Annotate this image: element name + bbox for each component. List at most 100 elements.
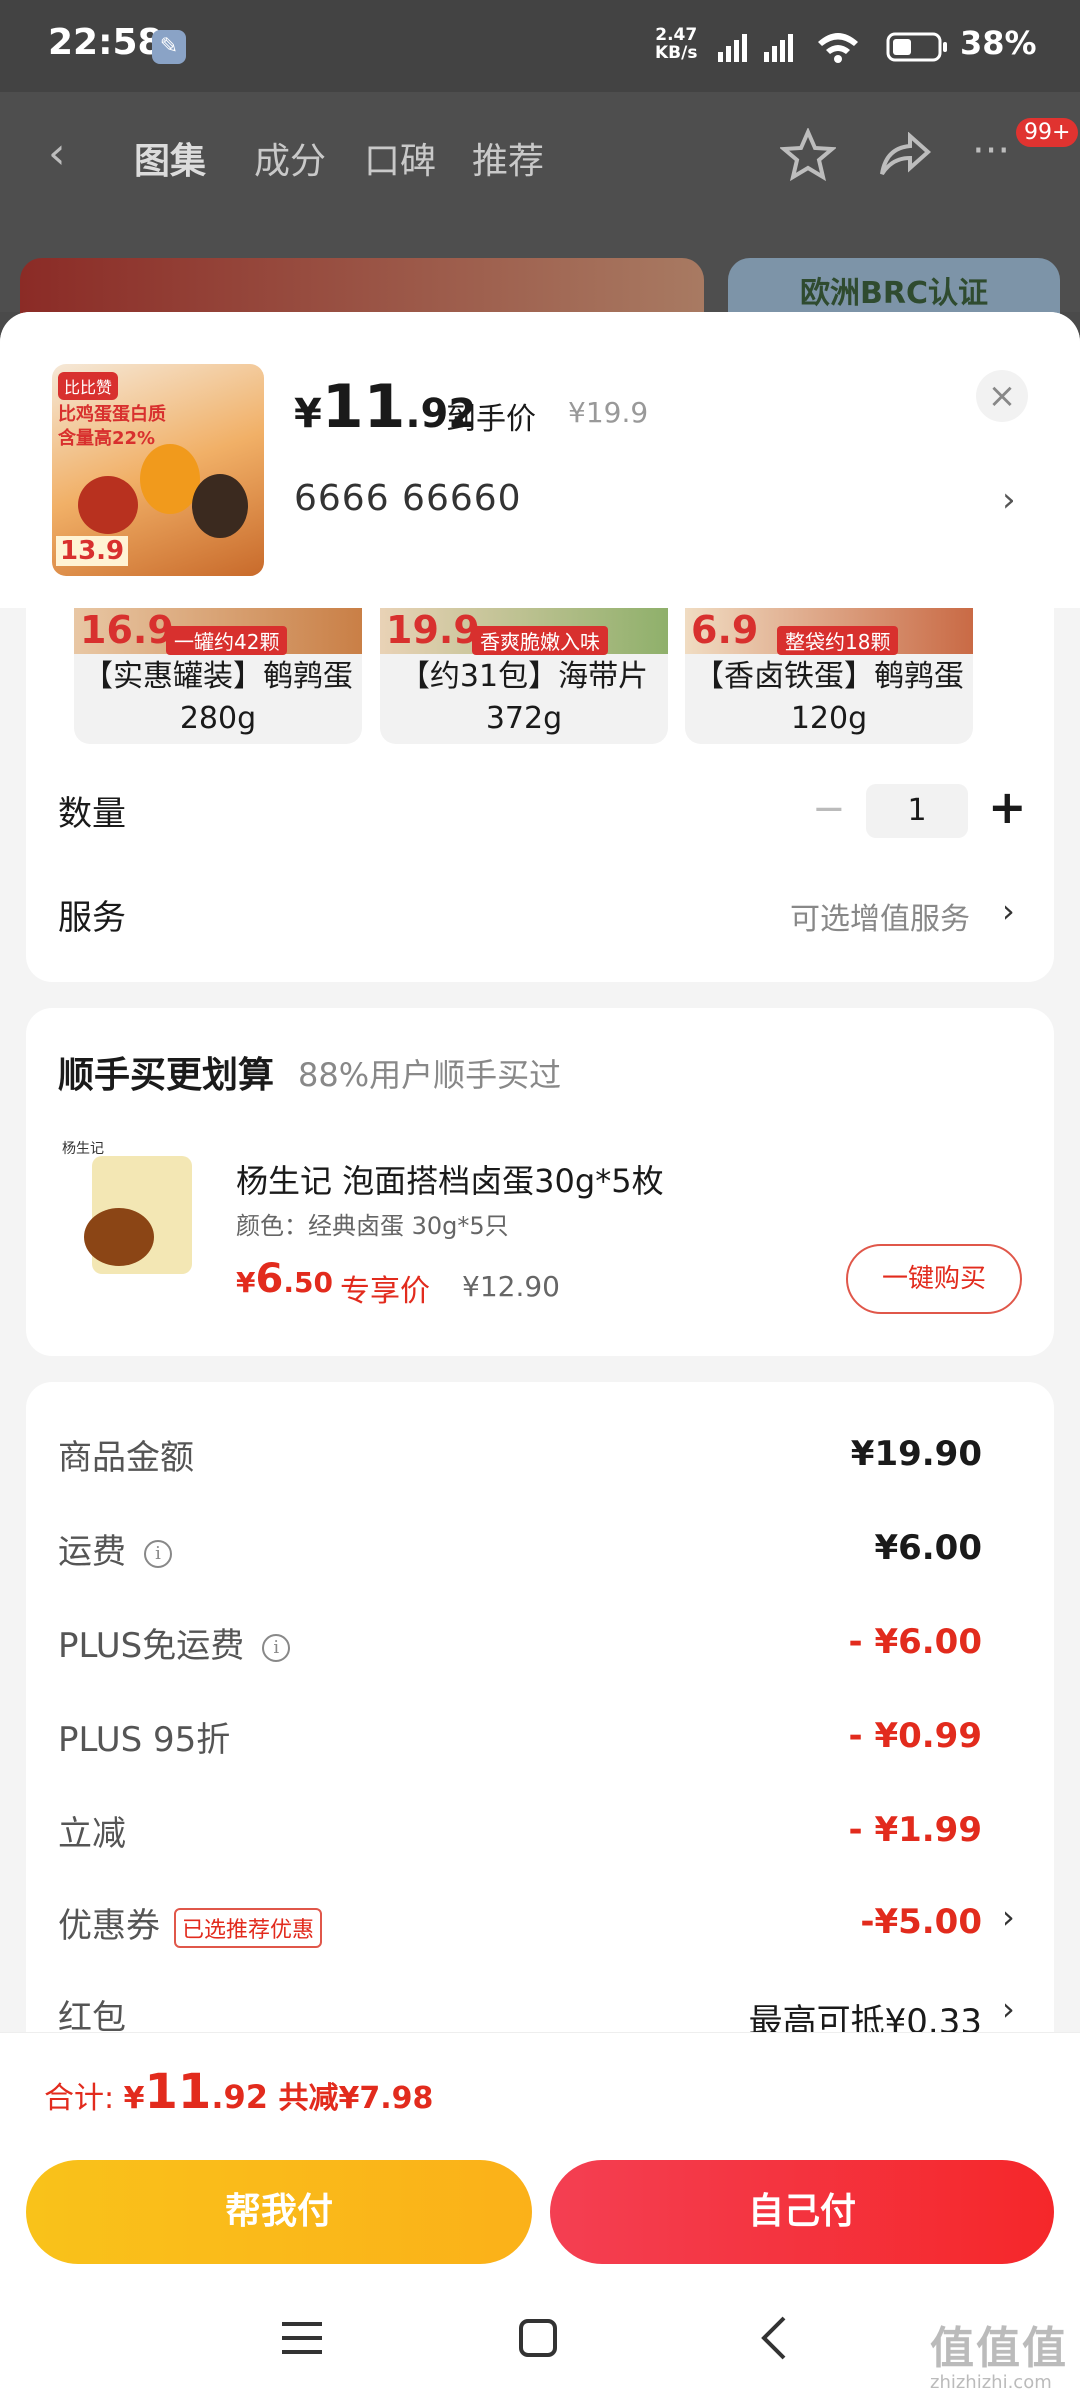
back-icon[interactable]: ‹ [48, 128, 66, 179]
option-tag: 整袋约18颗 [777, 626, 899, 655]
shipping-value: ¥6.00 [874, 1528, 982, 1568]
shipping-row: 运费 i [58, 1524, 172, 1573]
product-thumbnail: 比比赞 比鸡蛋蛋白质 含量高22% 13.9 [52, 364, 264, 576]
option-tile[interactable]: 16.9 一罐约42颗 【实惠罐装】鹌鹑蛋 280g [74, 608, 362, 744]
addon-price-label: 专享价 [340, 1274, 430, 1309]
plus95-value: - ¥0.99 [848, 1716, 983, 1756]
option-tile[interactable]: 19.9 香爽脆嫩入味 【约31包】海带片 372g [380, 608, 668, 744]
watermark-url: zhizhizhi.com [930, 2372, 1052, 2393]
goods-amount-label: 商品金额 [58, 1438, 194, 1478]
quantity-label: 数量 [58, 794, 126, 834]
battery-percent: 38% [960, 24, 1037, 62]
egg-image [140, 444, 200, 514]
pay-myself-button[interactable]: 自己付 [550, 2160, 1054, 2264]
star-icon[interactable] [780, 128, 836, 182]
selected-variant[interactable]: 6666 66660 [294, 478, 522, 519]
wrench-icon: ✎ [152, 30, 186, 64]
chevron-right-icon[interactable]: › [1002, 1990, 1015, 2028]
status-time: 22:58 [48, 22, 163, 63]
price-integer: 11 [321, 372, 406, 442]
option-image: 19.9 香爽脆嫩入味 [380, 608, 668, 655]
option-image: 6.9 整袋约18颗 [685, 608, 973, 655]
quantity-minus-button[interactable]: − [812, 786, 846, 832]
option-tag: 香爽脆嫩入味 [472, 626, 608, 655]
brc-text: 欧洲BRC认证 [800, 276, 988, 311]
total-currency: ¥ [123, 2081, 145, 2116]
goods-amount-value: ¥19.90 [850, 1434, 982, 1474]
tab-ingredients[interactable]: 成分 [254, 132, 326, 184]
help-me-pay-button[interactable]: 帮我付 [26, 2160, 532, 2264]
plus-shipping-value: - ¥6.00 [848, 1622, 983, 1662]
thumb-line2: 含量高22% [58, 428, 156, 449]
option-tile[interactable]: 6.9 整袋约18颗 【香卤铁蛋】鹌鹑蛋 120g [685, 608, 973, 744]
chevron-right-icon[interactable]: › [1002, 480, 1016, 520]
thumb-brand: 比比赞 [58, 372, 119, 400]
total-label: 合计: [44, 2081, 124, 2116]
option-price: 16.9 [80, 608, 174, 652]
thumb-price: 13.9 [56, 536, 129, 566]
coupon-label: 优惠券 [58, 1906, 160, 1946]
instant-discount-value: - ¥1.99 [848, 1810, 983, 1850]
plus-shipping-row: PLUS免运费 i [58, 1618, 291, 1667]
addon-original-price: ¥12.90 [462, 1270, 560, 1303]
tab-recommend[interactable]: 推荐 [472, 132, 544, 184]
plus95-label: PLUS 95折 [58, 1720, 231, 1760]
quantity-input[interactable]: 1 [866, 784, 968, 838]
close-button[interactable]: × [976, 370, 1028, 422]
chevron-right-icon[interactable]: › [1002, 1898, 1015, 1936]
net-speed: 2.47 KB/s [655, 25, 698, 63]
total-amount: 合计: ¥11.92 共减¥7.98 [44, 2064, 433, 2120]
tab-gallery[interactable]: 图集 [134, 132, 206, 184]
coupon-value[interactable]: -¥5.00 [860, 1902, 982, 1942]
price-currency: ¥ [236, 1266, 256, 1299]
price-decimal: .50 [283, 1266, 333, 1299]
coupon-row[interactable]: 优惠券 已选推荐优惠 [58, 1898, 323, 1948]
signal-wifi-icons [718, 33, 858, 63]
tab-reviews[interactable]: 口碑 [364, 132, 436, 184]
one-click-buy-button[interactable]: 一键购买 [846, 1244, 1022, 1314]
coupon-tag: 已选推荐优惠 [174, 1907, 323, 1948]
price-integer: 6 [255, 1256, 284, 1302]
share-icon[interactable] [876, 132, 932, 180]
option-price: 6.9 [691, 608, 759, 652]
addon-spec: 颜色：经典卤蛋 30g*5只 [236, 1212, 509, 1240]
chevron-right-icon[interactable]: › [1002, 892, 1015, 930]
option-tag: 一罐约42颗 [166, 626, 288, 655]
addon-price: ¥6.50 [236, 1256, 333, 1302]
addon-image[interactable]: 杨生记 [62, 1138, 202, 1278]
total-integer: 11 [144, 2064, 212, 2120]
addon-title: 顺手买更划算 [58, 1055, 275, 1096]
egg-image [78, 476, 138, 534]
addon-name[interactable]: 杨生记 泡面搭档卤蛋30g*5枚 [236, 1156, 664, 1202]
service-label: 服务 [58, 898, 126, 938]
option-name: 【约31包】海带片 372g [399, 659, 649, 736]
option-name: 【香卤铁蛋】鹌鹑蛋 120g [694, 659, 964, 736]
service-option[interactable]: 可选增值服务 [790, 894, 970, 938]
notification-badge: 99+ [1016, 118, 1079, 147]
battery-icon [886, 32, 947, 62]
egg-image [84, 1208, 154, 1266]
home-icon[interactable] [518, 2316, 558, 2360]
egg-image [192, 474, 248, 538]
instant-discount-label: 立减 [58, 1814, 126, 1854]
total-decimal: .92 [211, 2078, 269, 2116]
info-icon[interactable]: i [144, 1539, 172, 1568]
option-image: 16.9 一罐约42颗 [74, 608, 362, 655]
status-bar: 22:58 ✎ 2.47 KB/s 38% [0, 0, 1080, 92]
quantity-plus-button[interactable]: + [988, 780, 1027, 834]
more-icon[interactable]: ··· [972, 128, 1010, 174]
plus-shipping-label: PLUS免运费 [58, 1626, 245, 1666]
option-name: 【实惠罐装】鹌鹑蛋 280g [83, 659, 353, 736]
original-price: ¥19.9 [568, 396, 649, 429]
total-saved: 共减¥7.98 [268, 2081, 434, 2116]
addon-subtitle: 88%用户顺手买过 [298, 1056, 562, 1094]
price-currency: ¥ [294, 391, 322, 437]
price-label: 到手价 [446, 402, 536, 437]
thumb-line1: 比鸡蛋蛋白质 [58, 404, 166, 425]
menu-icon[interactable] [280, 2318, 324, 2358]
shipping-label: 运费 [58, 1532, 126, 1572]
watermark: 值值值 [930, 2323, 1068, 2374]
info-icon[interactable]: i [262, 1633, 291, 1662]
back-icon[interactable] [756, 2314, 792, 2362]
option-price: 19.9 [386, 608, 480, 652]
